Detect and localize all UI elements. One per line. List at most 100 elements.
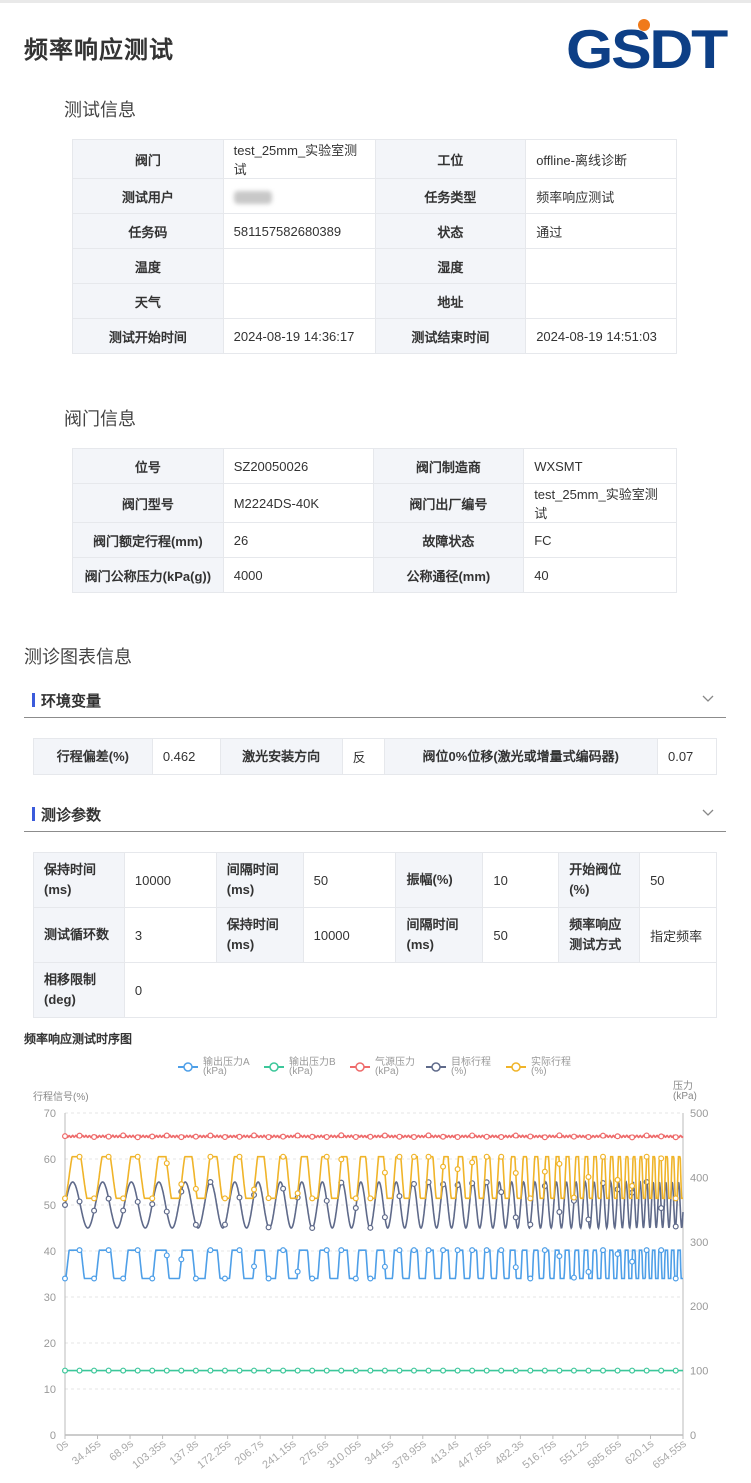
series-point bbox=[585, 1367, 592, 1374]
series-point bbox=[352, 1133, 359, 1140]
series-point bbox=[658, 1367, 665, 1374]
env-collapse-header[interactable]: 环境变量 bbox=[24, 684, 726, 718]
top-divider bbox=[0, 0, 751, 3]
series-point bbox=[527, 1367, 534, 1374]
series-point bbox=[440, 1367, 447, 1374]
legend-marker bbox=[355, 1062, 365, 1072]
series-point bbox=[454, 1166, 461, 1173]
table-row: 相移限制 (deg) 0 bbox=[33, 962, 718, 1018]
series-point bbox=[396, 1247, 403, 1254]
field-value: 50 bbox=[639, 852, 717, 908]
field-label: 地址 bbox=[374, 283, 527, 319]
series-point bbox=[512, 1169, 519, 1176]
series-point bbox=[425, 1247, 432, 1254]
series-point bbox=[265, 1195, 272, 1202]
series-point bbox=[338, 1367, 345, 1374]
field-label: 相移限制 (deg) bbox=[33, 962, 125, 1018]
series-point bbox=[120, 1195, 127, 1202]
field-value: 40 bbox=[523, 557, 677, 593]
field-value: 频率响应测试 bbox=[525, 178, 677, 214]
series-point bbox=[629, 1134, 636, 1141]
field-label: 间隔时间 (ms) bbox=[395, 907, 484, 963]
table-row: 行程偏差(%) 0.462 激光安装方向反阀位0%位移(激光或增量式编码器) 0.07 bbox=[33, 738, 718, 775]
series-point bbox=[76, 1132, 83, 1139]
table-row: 位号 SZ20050026 阀门制造商 WXSMT bbox=[72, 448, 677, 484]
table-row: 测试开始时间 2024-08-19 14:36:17 测试结束时间 2024-08-1… bbox=[72, 318, 677, 354]
x-tick-label: 172.25s bbox=[195, 1438, 234, 1472]
field-label: 温度 bbox=[72, 248, 224, 284]
x-tick-label: 447.85s bbox=[455, 1438, 494, 1472]
series-point bbox=[643, 1367, 650, 1374]
series-point bbox=[600, 1367, 607, 1374]
series-point bbox=[163, 1367, 170, 1374]
field-value: 4000 bbox=[222, 557, 374, 593]
chevron-down-icon[interactable] bbox=[700, 804, 716, 820]
series-point bbox=[527, 1221, 534, 1228]
series-point bbox=[556, 1132, 563, 1139]
series-point bbox=[207, 1179, 214, 1186]
series-point bbox=[221, 1367, 228, 1374]
series-point bbox=[352, 1205, 359, 1212]
field-label: 阀门出厂编号 bbox=[372, 483, 525, 523]
section-accent-bar bbox=[32, 693, 35, 707]
x-tick-label: 310.05s bbox=[325, 1438, 364, 1472]
x-tick-label: 378.95s bbox=[390, 1438, 429, 1472]
series-point bbox=[221, 1275, 228, 1282]
series-point bbox=[381, 1132, 388, 1139]
series-point bbox=[396, 1193, 403, 1200]
series-point bbox=[352, 1275, 359, 1282]
series-point bbox=[134, 1134, 141, 1141]
left-tick-label: 50 bbox=[44, 1200, 56, 1212]
series-point bbox=[483, 1247, 490, 1254]
chevron-down-icon[interactable] bbox=[700, 690, 716, 706]
series-point bbox=[323, 1153, 330, 1160]
series-point bbox=[91, 1134, 98, 1141]
diag-chart-title: 测诊图表信息 bbox=[24, 647, 132, 667]
params-collapse-header[interactable]: 测诊参数 bbox=[24, 798, 726, 832]
series-point bbox=[265, 1275, 272, 1282]
field-label: 位号 bbox=[72, 448, 224, 484]
field-value: 50 bbox=[482, 907, 560, 963]
series-point bbox=[367, 1367, 374, 1374]
series-point bbox=[629, 1367, 636, 1374]
x-tick-label: 516.75s bbox=[520, 1438, 559, 1472]
series-point bbox=[105, 1133, 112, 1140]
series-point bbox=[643, 1132, 650, 1139]
series-point bbox=[280, 1247, 287, 1254]
field-value bbox=[222, 283, 376, 319]
series-point bbox=[469, 1367, 476, 1374]
table-row: 温度 湿度 bbox=[72, 248, 677, 284]
series-point bbox=[629, 1182, 636, 1189]
series-point bbox=[556, 1208, 563, 1215]
series-point bbox=[236, 1194, 243, 1201]
right-tick-label: 100 bbox=[690, 1366, 708, 1378]
series-point bbox=[381, 1169, 388, 1176]
series-point bbox=[105, 1247, 112, 1254]
series-point bbox=[585, 1133, 592, 1140]
series-point bbox=[425, 1367, 432, 1374]
params-collapse-label: 测诊参数 bbox=[41, 807, 102, 824]
series-point bbox=[149, 1133, 156, 1140]
series-point bbox=[454, 1367, 461, 1374]
series-point bbox=[91, 1367, 98, 1374]
series-point bbox=[192, 1367, 199, 1374]
series-point bbox=[163, 1132, 170, 1139]
field-value: 10000 bbox=[123, 852, 217, 908]
series-point bbox=[207, 1247, 214, 1254]
series-point bbox=[585, 1268, 592, 1275]
series-point bbox=[629, 1258, 636, 1265]
series-point bbox=[251, 1367, 258, 1374]
series-point bbox=[236, 1247, 243, 1254]
right-tick-label: 200 bbox=[690, 1301, 708, 1313]
series-point bbox=[76, 1153, 83, 1160]
right-axis-label: (kPa) bbox=[673, 1091, 697, 1102]
series-point bbox=[454, 1134, 461, 1141]
field-value: 50 bbox=[302, 852, 397, 908]
field-label: 任务类型 bbox=[374, 178, 527, 214]
series-point bbox=[541, 1168, 548, 1175]
field-value: 3 bbox=[123, 907, 217, 963]
series-point bbox=[91, 1275, 98, 1282]
field-label: 故障状态 bbox=[372, 522, 525, 558]
field-label: 阀门制造商 bbox=[372, 448, 525, 484]
series-point bbox=[570, 1274, 577, 1281]
